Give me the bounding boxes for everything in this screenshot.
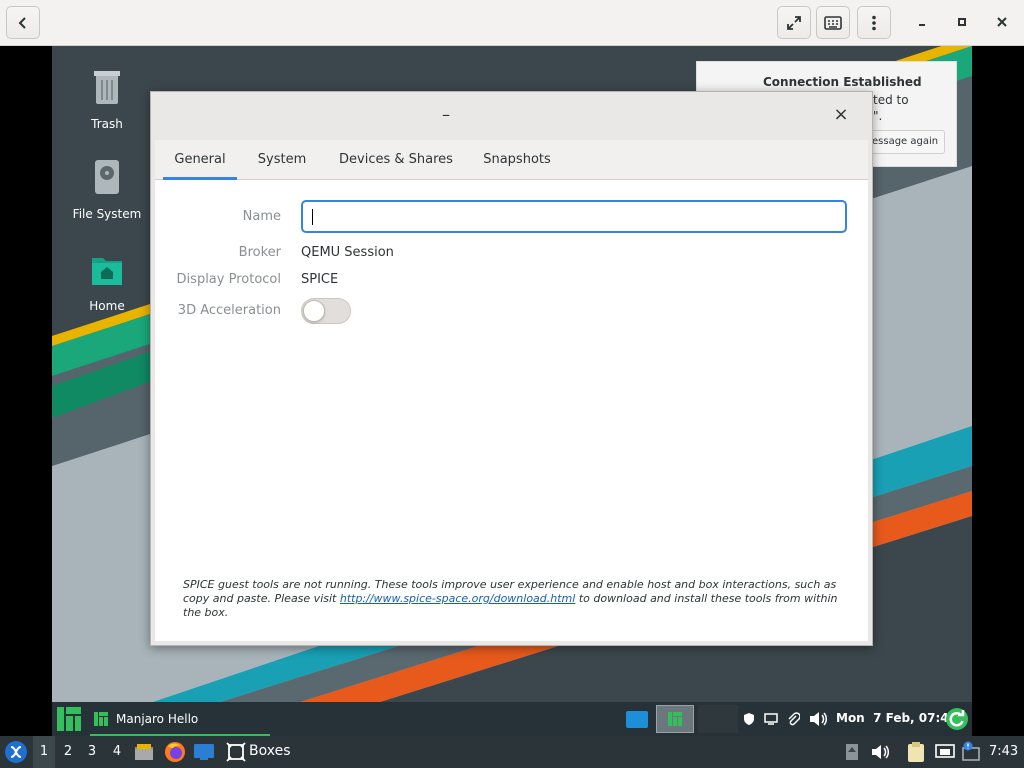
kebab-menu-icon [872, 15, 876, 30]
trash-icon [94, 71, 120, 104]
guest-task-manjaro-hello[interactable]: Manjaro Hello [90, 702, 270, 736]
tab-label: Devices & Shares [339, 152, 453, 167]
drive-icon [95, 160, 119, 194]
3d-acceleration-toggle[interactable] [301, 298, 351, 324]
workspace-2[interactable]: 2 [57, 736, 79, 768]
maximize-icon [958, 18, 966, 26]
boxes-icon [226, 742, 246, 762]
workspace-label: 3 [87, 744, 97, 759]
tab-label: Snapshots [483, 152, 551, 167]
tab-devices-shares[interactable]: Devices & Shares [331, 140, 461, 180]
display-protocol-value: SPICE [301, 272, 339, 287]
manjaro-small-icon [668, 712, 682, 726]
file-manager-icon[interactable] [134, 742, 154, 762]
name-input[interactable] [301, 200, 847, 233]
update-icon[interactable] [945, 707, 969, 731]
shield-icon[interactable] [742, 712, 756, 726]
manjaro-hello-icon [94, 712, 108, 726]
desktop-icon-label: Trash [91, 117, 123, 131]
fullscreen-icon [787, 15, 801, 30]
desktop-icon[interactable] [193, 743, 215, 761]
workspace-label: 1 [39, 744, 49, 759]
keyboard-button[interactable] [816, 6, 850, 39]
tab-label: General [174, 152, 226, 167]
host-task-label: Boxes [249, 743, 291, 759]
toggle-knob [303, 300, 325, 322]
close-icon [997, 17, 1007, 27]
spice-download-link[interactable]: http://www.spice-space.org/download.html [340, 592, 576, 605]
menu-button[interactable] [857, 6, 891, 39]
guest-show-desktop-icon[interactable] [626, 711, 648, 728]
home-folder-icon [92, 258, 122, 285]
app-menu-icon[interactable] [4, 740, 28, 764]
fullscreen-button[interactable] [777, 6, 811, 39]
notification-body-fragment: ted to [873, 93, 909, 107]
notification-dismiss-button[interactable]: essage again [867, 130, 945, 154]
window-minimize-button[interactable] [907, 8, 937, 36]
notification-button-label: essage again [872, 136, 939, 147]
dialog-titlebar: – × [151, 92, 872, 140]
text-caret [312, 209, 313, 225]
back-button[interactable] [6, 6, 40, 39]
notification-body-fragment-2: ". [873, 109, 883, 123]
guest-display[interactable]: Trash File System Home Connection Establ… [52, 46, 972, 736]
workspace-label: 4 [112, 744, 122, 759]
general-tab-content: Name Broker QEMU Session Display Protoco… [155, 180, 868, 641]
workspace-label: 2 [63, 744, 73, 759]
dialog-close-button[interactable]: × [829, 104, 853, 128]
broker-value: QEMU Session [301, 245, 394, 260]
tab-label: System [257, 152, 307, 167]
boxes-header-bar [0, 0, 1024, 46]
clipboard-icon[interactable] [907, 741, 925, 763]
3d-acceleration-label: 3D Acceleration [177, 303, 281, 318]
desktop-icon-home[interactable]: Home [52, 250, 162, 313]
paperclip-icon[interactable] [786, 711, 800, 727]
guest-taskbar: Manjaro Hello Mon 7 Feb, 07:43 [52, 702, 972, 736]
guest-clock[interactable]: Mon 7 Feb, 07:43 [836, 711, 957, 725]
window-maximize-button[interactable] [947, 8, 977, 36]
close-icon: × [833, 104, 849, 125]
tab-system[interactable]: System [247, 140, 317, 180]
volume-icon[interactable] [870, 743, 890, 761]
manjaro-menu-icon[interactable] [56, 706, 82, 732]
keyboard-icon [824, 15, 842, 30]
notification-title: Connection Established [763, 75, 922, 89]
desktop-icon-trash[interactable]: Trash [52, 68, 162, 131]
minimize-icon: – [442, 105, 450, 124]
upload-icon[interactable] [845, 743, 859, 761]
name-label: Name [242, 209, 281, 224]
vm-properties-dialog: – × General System Devices & Shares Snap… [150, 91, 873, 646]
desktop-icon-label: File System [72, 207, 142, 221]
guest-workspace-2[interactable] [698, 705, 738, 733]
host-clock[interactable]: 7:43 [989, 744, 1018, 759]
guest-task-label: Manjaro Hello [116, 712, 199, 726]
firefox-icon[interactable] [164, 741, 186, 763]
window-close-button[interactable] [987, 8, 1017, 36]
tab-snapshots[interactable]: Snapshots [477, 140, 557, 180]
minimize-icon [919, 24, 925, 26]
host-task-boxes[interactable]: Boxes [222, 736, 298, 768]
display-icon[interactable] [764, 713, 778, 725]
desktop-icon-filesystem[interactable]: File System [52, 158, 162, 221]
workspace-3[interactable]: 3 [81, 736, 103, 768]
desktop-icon-label: Home [89, 299, 125, 313]
spice-tools-notice: SPICE guest tools are not running. These… [183, 578, 853, 620]
broker-label: Broker [238, 245, 281, 260]
chevron-left-icon [18, 16, 26, 29]
volume-icon[interactable] [808, 711, 828, 727]
network-icon[interactable] [934, 743, 956, 761]
dialog-tabs: General System Devices & Shares Snapshot… [155, 140, 868, 180]
tab-general[interactable]: General [163, 140, 237, 180]
workspace-4[interactable]: 4 [106, 736, 128, 768]
host-taskbar: 1 2 3 4 Boxes 7:43 [0, 736, 1024, 768]
workspace-1[interactable]: 1 [33, 736, 55, 768]
guest-workspace-active[interactable] [656, 705, 694, 733]
notification-icon[interactable] [960, 741, 982, 763]
dialog-minimize-button[interactable]: – [434, 104, 458, 128]
display-protocol-label: Display Protocol [176, 272, 281, 287]
